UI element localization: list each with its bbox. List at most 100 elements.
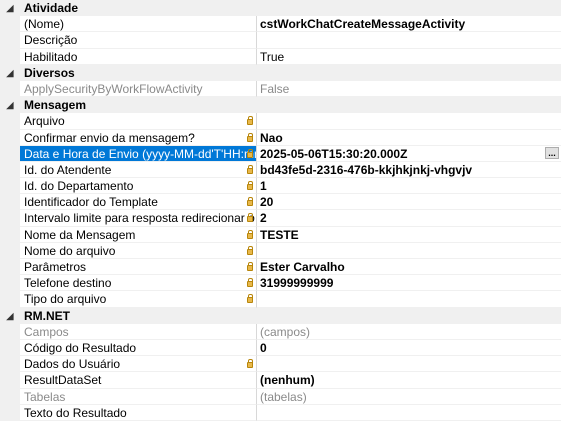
category-title: Atividade [24, 1, 79, 15]
property-value[interactable] [257, 356, 561, 373]
property-row[interactable]: Id. do Departamento 1 [0, 178, 561, 195]
property-name[interactable]: Parâmetros [20, 259, 257, 276]
property-value[interactable] [257, 291, 561, 308]
property-name-label: Id. do Departamento [24, 179, 134, 194]
property-row[interactable]: Intervalo limite para resposta redirecio… [0, 210, 561, 227]
lock-icon [247, 116, 253, 126]
row-gutter [0, 259, 20, 276]
property-name[interactable]: Tipo do arquivo [20, 291, 257, 308]
property-value-text: 20 [260, 195, 274, 210]
property-name[interactable]: Tabelas [20, 388, 257, 405]
category-diversos[interactable]: ◢ Diversos [0, 64, 561, 81]
property-name-label: (Nome) [24, 17, 65, 32]
property-row[interactable]: Dados do Usuário [0, 356, 561, 373]
property-value-text: 2 [260, 211, 267, 226]
property-value[interactable]: (tabelas) [257, 389, 561, 405]
property-name[interactable]: Identificador do Template [20, 194, 257, 211]
property-value[interactable]: 2025-05-06T15:30:20.000Z... [257, 146, 561, 162]
property-row[interactable]: Descrição [0, 32, 561, 49]
collapse-triangle-icon[interactable]: ◢ [0, 308, 20, 324]
property-name[interactable]: Confirmar envio da mensagem? [20, 129, 257, 146]
property-name[interactable]: Id. do Departamento [20, 178, 257, 195]
property-row[interactable]: Identificador do Template 20 [0, 194, 561, 211]
collapse-triangle-icon[interactable]: ◢ [0, 0, 20, 16]
property-value[interactable]: True [257, 49, 561, 65]
property-value[interactable] [257, 32, 561, 49]
property-name[interactable]: (Nome) [20, 16, 257, 33]
property-name[interactable]: Dados do Usuário [20, 356, 257, 373]
property-row[interactable]: ApplySecurityByWorkFlowActivity False [0, 80, 561, 98]
property-value[interactable]: 0 [257, 340, 561, 357]
category-title: RM.NET [24, 308, 70, 323]
property-name[interactable]: Descrição [20, 32, 257, 49]
property-value[interactable] [257, 243, 561, 259]
row-gutter [0, 226, 20, 243]
property-value[interactable]: bd43fe5d-2316-476b-kkjhkjnkj-vhgvjv [257, 162, 561, 179]
property-name[interactable]: ResultDataSet [20, 372, 257, 389]
property-name[interactable]: Intervalo limite para resposta redirecio… [20, 210, 257, 227]
category-rm-net[interactable]: ◢ RM.NET [0, 307, 561, 324]
row-gutter [0, 161, 20, 179]
property-value[interactable]: 31999999999 [257, 275, 561, 292]
property-name[interactable]: Código do Resultado [20, 339, 257, 357]
property-row[interactable]: Data e Hora de Envio (yyyy-MM-dd'T'HH:mm… [0, 145, 561, 162]
property-name[interactable]: Id. do Atendente [20, 161, 257, 179]
row-gutter [0, 113, 20, 130]
property-row[interactable]: Nome da Mensagem TESTE [0, 226, 561, 243]
property-row[interactable]: Confirmar envio da mensagem? Nao [0, 129, 561, 146]
row-gutter [0, 356, 20, 373]
property-value[interactable]: 20 [257, 194, 561, 211]
category-atividade[interactable]: ◢ Atividade [0, 0, 561, 17]
property-value[interactable] [257, 113, 561, 130]
category-mensagem[interactable]: ◢ Mensagem [0, 97, 561, 114]
property-name[interactable]: Nome do arquivo [20, 242, 257, 259]
property-value[interactable]: 1 [257, 178, 561, 195]
property-row[interactable]: Habilitado True [0, 48, 561, 65]
property-name[interactable]: Texto do Resultado [20, 404, 257, 421]
lock-icon [247, 278, 253, 288]
property-value[interactable]: False [257, 81, 561, 98]
property-name[interactable]: ApplySecurityByWorkFlowActivity [20, 80, 257, 98]
property-value-text: Ester Carvalho [260, 260, 345, 274]
property-value[interactable]: TESTE [257, 227, 561, 243]
property-value[interactable]: 2 [257, 210, 561, 227]
property-name[interactable]: Habilitado [20, 48, 257, 65]
property-value[interactable]: Ester Carvalho [257, 259, 561, 276]
property-row[interactable]: Campos (campos) [0, 323, 561, 340]
property-value-text: 0 [260, 340, 267, 355]
property-value[interactable]: cstWorkChatCreateMessageActivity [257, 16, 561, 33]
row-gutter [0, 145, 20, 162]
property-row[interactable]: Tipo do arquivo [0, 291, 561, 308]
property-row[interactable]: Id. do Atendente bd43fe5d-2316-476b-kkjhk… [0, 161, 561, 179]
property-value[interactable] [257, 405, 561, 421]
property-name[interactable]: Telefone destino [20, 275, 257, 292]
lock-icon [247, 213, 253, 223]
property-value[interactable]: (nenhum) [257, 372, 561, 389]
property-name[interactable]: Nome da Mensagem [20, 226, 257, 243]
property-row[interactable]: Nome do arquivo [0, 242, 561, 259]
property-row[interactable]: Texto do Resultado [0, 404, 561, 421]
property-row[interactable]: Parâmetros Ester Carvalho [0, 259, 561, 276]
lock-icon [247, 359, 253, 369]
lock-icon [247, 262, 253, 271]
property-value[interactable]: (campos) [257, 324, 561, 340]
property-row[interactable]: Tabelas (tabelas) [0, 388, 561, 405]
property-name-label: Texto do Resultado [24, 405, 127, 420]
property-row[interactable]: Arquivo [0, 113, 561, 130]
property-name-label: Tipo do arquivo [24, 292, 107, 307]
property-value[interactable]: Nao [257, 130, 561, 146]
collapse-triangle-icon[interactable]: ◢ [0, 65, 20, 81]
property-name-label: Dados do Usuário [24, 357, 121, 372]
property-row[interactable]: ResultDataSet (nenhum) [0, 372, 561, 389]
property-row[interactable]: Código do Resultado 0 [0, 339, 561, 357]
property-name[interactable]: Data e Hora de Envio (yyyy-MM-dd'T'HH:mm… [20, 145, 257, 162]
property-name[interactable]: Arquivo [20, 113, 257, 130]
property-name[interactable]: Campos [20, 323, 257, 340]
property-value-text: bd43fe5d-2316-476b-kkjhkjnkj-vhgvjv [260, 162, 473, 177]
property-row[interactable]: (Nome) cstWorkChatCreateMessageActivity [0, 16, 561, 33]
property-value-text: 31999999999 [260, 276, 334, 291]
collapse-triangle-icon[interactable]: ◢ [0, 97, 20, 113]
browse-button[interactable]: ... [545, 146, 559, 159]
lock-icon [247, 148, 253, 158]
property-row[interactable]: Telefone destino 31999999999 [0, 275, 561, 292]
